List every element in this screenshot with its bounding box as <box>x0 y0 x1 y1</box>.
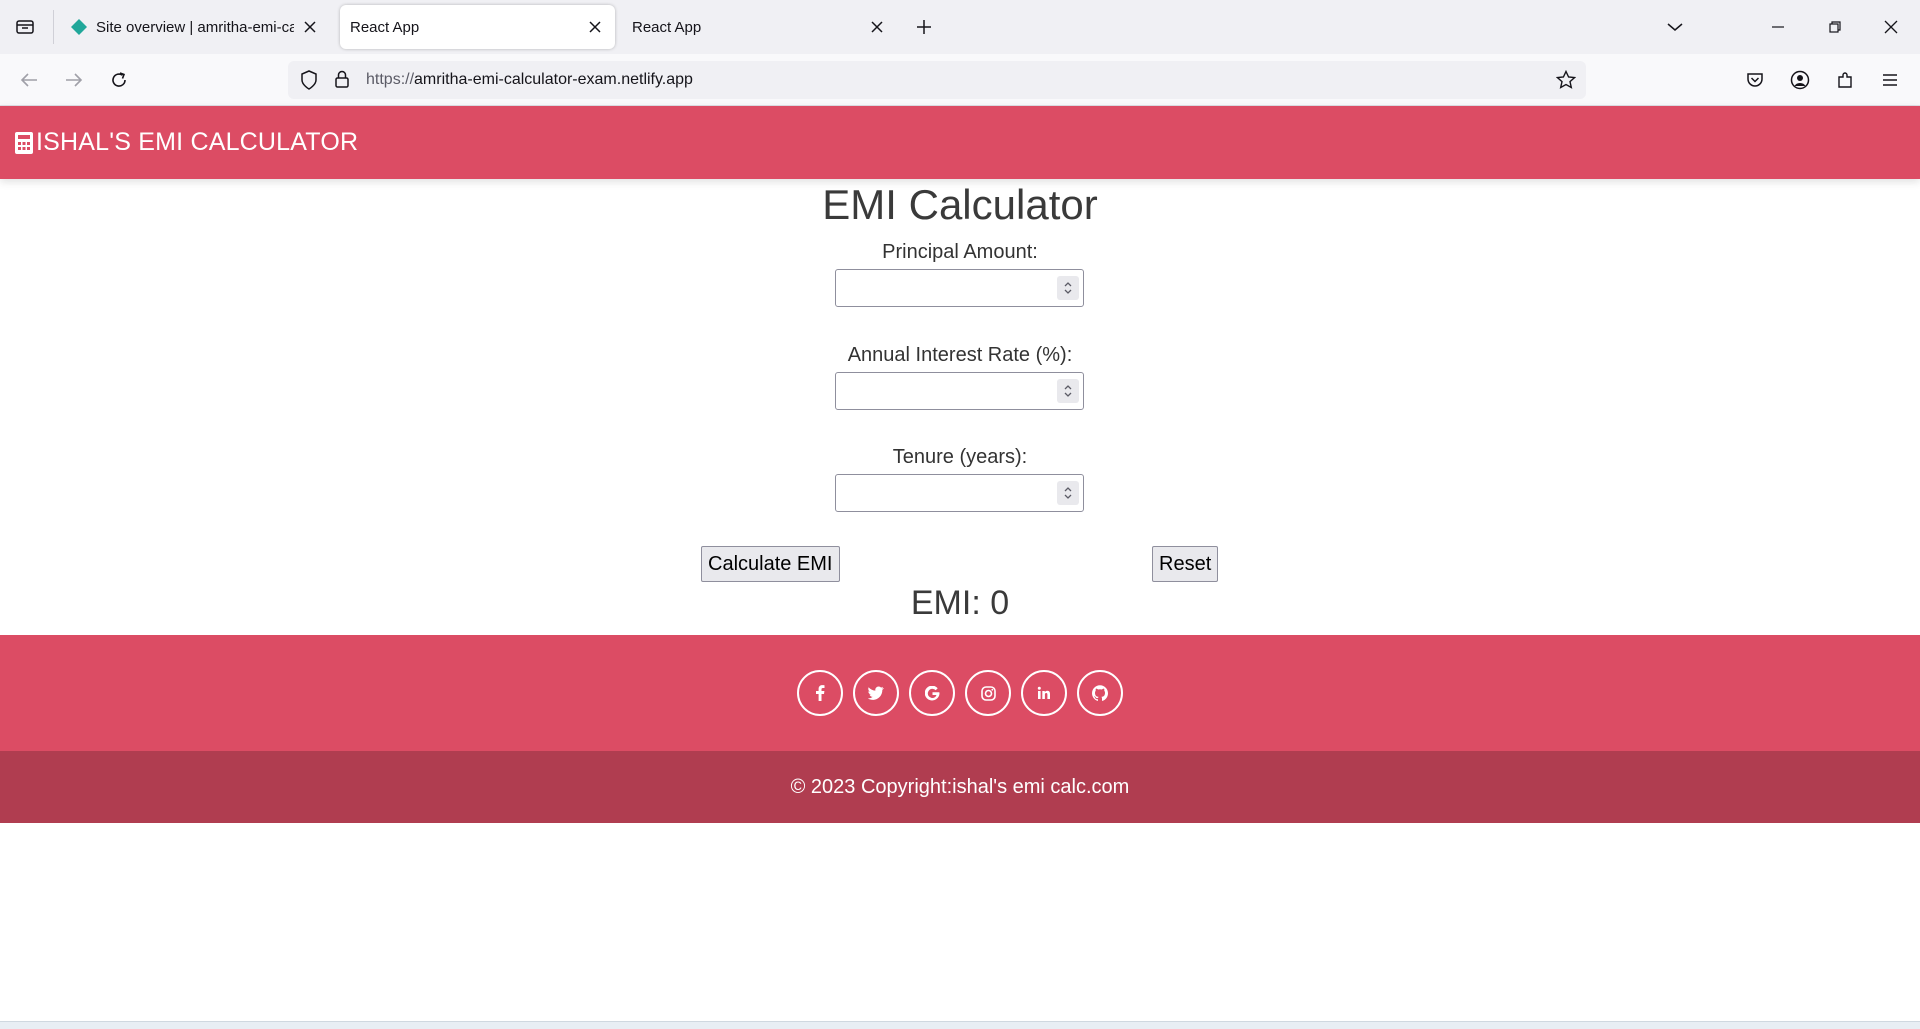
tab-separator <box>53 10 54 44</box>
page-title: EMI Calculator <box>822 181 1098 228</box>
facebook-icon[interactable] <box>797 670 843 716</box>
taskbar-edge <box>0 1021 1920 1029</box>
account-icon[interactable] <box>1785 65 1815 95</box>
list-all-tabs-icon[interactable] <box>1660 12 1690 42</box>
linkedin-icon[interactable] <box>1021 670 1067 716</box>
spinner-arrows-icon <box>1064 487 1072 499</box>
browser-nav-bar: https://amritha-emi-calculator-exam.netl… <box>0 54 1920 106</box>
reset-button[interactable]: Reset <box>1152 546 1219 582</box>
url-bar[interactable]: https://amritha-emi-calculator-exam.netl… <box>288 61 1586 99</box>
url-text[interactable]: https://amritha-emi-calculator-exam.netl… <box>366 71 693 89</box>
url-host: amritha-emi-calculator-exam.netlify.app <box>414 71 693 88</box>
interest-rate-input[interactable] <box>835 372 1084 410</box>
tab-title: React App <box>350 18 420 36</box>
url-scheme: https:// <box>366 71 415 88</box>
minimize-icon[interactable] <box>1763 12 1793 42</box>
number-spinner[interactable] <box>1057 276 1079 300</box>
emi-result: EMI: 0 <box>910 584 1010 622</box>
close-tab-icon[interactable] <box>585 17 605 37</box>
tab-react-app-active[interactable]: React App <box>340 5 615 49</box>
page-content: ISHAL'S EMI CALCULATOR EMI Calculator Pr… <box>0 106 1920 1021</box>
lock-icon[interactable] <box>334 69 350 94</box>
reload-icon[interactable] <box>104 65 134 95</box>
google-icon[interactable] <box>909 670 955 716</box>
menu-hamburger-icon[interactable] <box>1875 65 1905 95</box>
forward-arrow-icon[interactable] <box>59 65 89 95</box>
interest-rate-label: Annual Interest Rate (%): <box>847 344 1073 366</box>
brand-name: ISHAL'S EMI CALCULATOR <box>36 128 359 156</box>
calculator-icon <box>15 131 33 154</box>
tab-title: React App <box>632 18 702 36</box>
bookmark-star-icon[interactable] <box>1555 69 1577 95</box>
restore-icon[interactable] <box>1820 12 1850 42</box>
pocket-icon[interactable] <box>1740 65 1770 95</box>
github-icon[interactable] <box>1077 670 1123 716</box>
back-arrow-icon[interactable] <box>14 65 44 95</box>
tab-react-app[interactable]: React App <box>622 5 897 49</box>
interest-rate-input-field[interactable] <box>836 373 1056 409</box>
spinner-arrows-icon <box>1064 385 1072 397</box>
netlify-icon <box>70 18 88 36</box>
principal-input-field[interactable] <box>836 270 1056 306</box>
principal-input[interactable] <box>835 269 1084 307</box>
firefox-view-icon[interactable] <box>10 12 40 42</box>
brand[interactable]: ISHAL'S EMI CALCULATOR <box>14 128 358 157</box>
close-window-icon[interactable] <box>1876 12 1906 42</box>
tab-site-overview[interactable]: Site overview | amritha-emi-calculator-e… <box>60 5 330 49</box>
new-tab-icon[interactable] <box>910 13 938 41</box>
copyright-text: © 2023 Copyright:ishal's emi calc.com <box>790 775 1130 798</box>
extensions-icon[interactable] <box>1830 65 1860 95</box>
tenure-input[interactable] <box>835 474 1084 512</box>
instagram-icon[interactable] <box>965 670 1011 716</box>
close-tab-icon[interactable] <box>867 17 887 37</box>
browser-tab-strip: Site overview | amritha-emi-calculator-e… <box>0 0 1920 54</box>
tenure-input-field[interactable] <box>836 475 1056 511</box>
footer-copyright: © 2023 Copyright:ishal's emi calc.com <box>0 751 1920 823</box>
tracking-protection-shield-icon[interactable] <box>300 70 318 95</box>
footer-social-bar <box>0 635 1920 751</box>
calculate-emi-button[interactable]: Calculate EMI <box>701 546 840 582</box>
close-tab-icon[interactable] <box>300 17 320 37</box>
twitter-icon[interactable] <box>853 670 899 716</box>
number-spinner[interactable] <box>1057 481 1079 505</box>
spinner-arrows-icon <box>1064 282 1072 294</box>
principal-label: Principal Amount: <box>882 241 1038 263</box>
app-header: ISHAL'S EMI CALCULATOR <box>0 106 1920 179</box>
tenure-label: Tenure (years): <box>892 446 1028 468</box>
tab-title: Site overview | amritha-emi-calculator-e… <box>96 18 294 36</box>
number-spinner[interactable] <box>1057 379 1079 403</box>
